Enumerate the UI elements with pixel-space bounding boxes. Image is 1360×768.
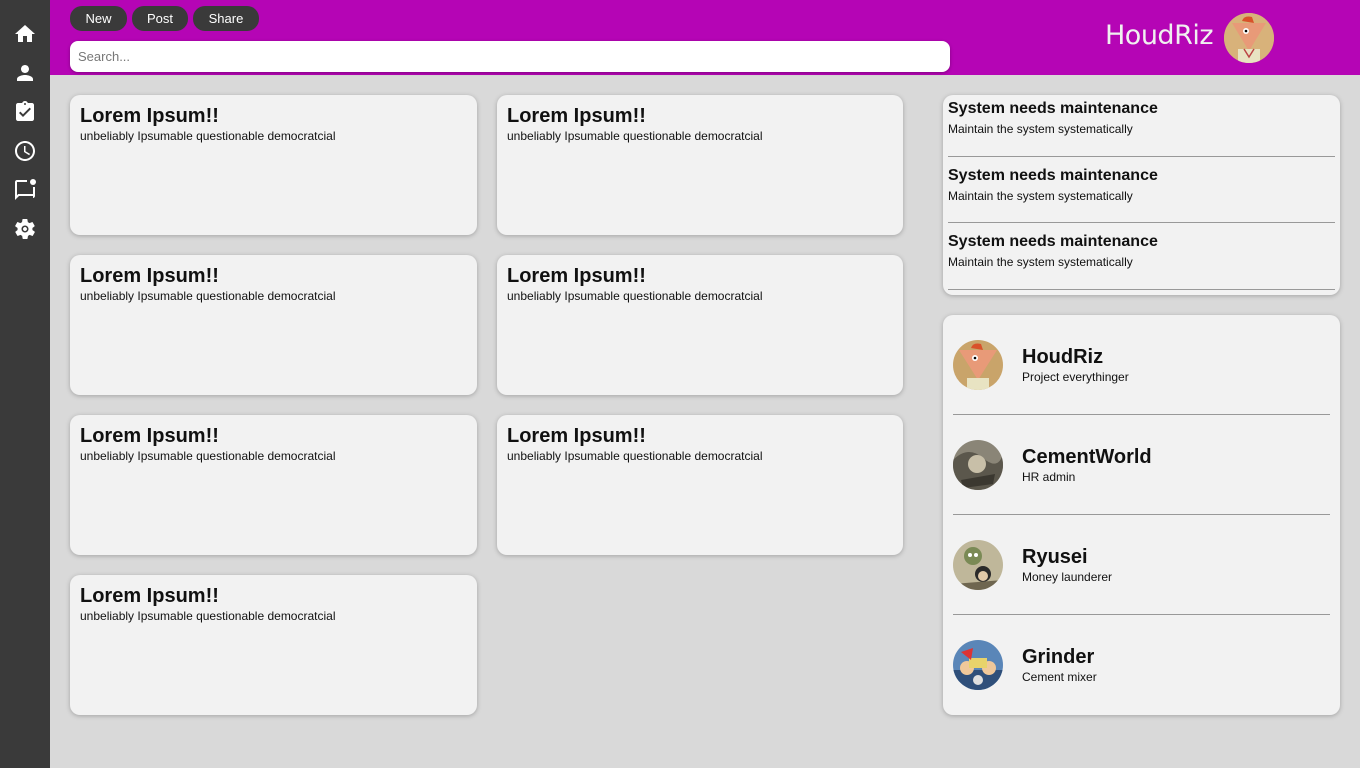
user-role: Money launderer <box>1022 570 1113 584</box>
notification-body: Maintain the system systematically <box>948 189 1133 203</box>
card-subtitle: unbeliably Ipsumable questionable democr… <box>80 289 336 303</box>
user-avatar[interactable] <box>953 540 1003 590</box>
chat-notification-icon[interactable] <box>13 178 37 202</box>
person-icon[interactable] <box>13 61 37 85</box>
card-title: Lorem Ipsum!! <box>80 585 219 607</box>
new-button[interactable]: New <box>70 6 127 31</box>
user-name: HoudRiz <box>1022 346 1104 368</box>
card-subtitle: unbeliably Ipsumable questionable democr… <box>80 129 336 143</box>
notification-body: Maintain the system systematically <box>948 255 1133 269</box>
card-title: Lorem Ipsum!! <box>507 425 646 447</box>
card-title: Lorem Ipsum!! <box>80 265 219 287</box>
user-avatar[interactable] <box>953 440 1003 490</box>
content-card[interactable]: Lorem Ipsum!! unbeliably Ipsumable quest… <box>497 95 903 235</box>
card-subtitle: unbeliably Ipsumable questionable democr… <box>507 289 763 303</box>
assignment-check-icon[interactable] <box>13 100 37 124</box>
users-panel: HoudRiz Project everythinger CementWorld… <box>943 315 1340 715</box>
top-bar: New Post Share HoudRiz <box>50 0 1360 75</box>
search-input[interactable] <box>70 41 950 72</box>
notification-title: System needs maintenance <box>948 167 1158 184</box>
divider <box>948 156 1335 157</box>
content-card[interactable]: Lorem Ipsum!! unbeliably Ipsumable quest… <box>497 255 903 395</box>
divider <box>948 222 1335 223</box>
notification-body: Maintain the system systematically <box>948 122 1133 136</box>
card-title: Lorem Ipsum!! <box>507 265 646 287</box>
card-subtitle: unbeliably Ipsumable questionable democr… <box>507 129 763 143</box>
header-username: HoudRiz <box>1105 20 1214 51</box>
user-avatar[interactable] <box>953 340 1003 390</box>
card-title: Lorem Ipsum!! <box>80 425 219 447</box>
user-role: Cement mixer <box>1022 670 1097 684</box>
sidebar <box>0 0 50 768</box>
divider <box>953 414 1330 415</box>
user-name: CementWorld <box>1022 446 1152 468</box>
card-title: Lorem Ipsum!! <box>507 105 646 127</box>
post-button[interactable]: Post <box>132 6 188 31</box>
card-title: Lorem Ipsum!! <box>80 105 219 127</box>
user-avatar[interactable] <box>953 640 1003 690</box>
content-card[interactable]: Lorem Ipsum!! unbeliably Ipsumable quest… <box>70 575 477 715</box>
card-subtitle: unbeliably Ipsumable questionable democr… <box>80 449 336 463</box>
card-subtitle: unbeliably Ipsumable questionable democr… <box>80 609 336 623</box>
user-name: Ryusei <box>1022 546 1088 568</box>
content-card[interactable]: Lorem Ipsum!! unbeliably Ipsumable quest… <box>70 415 477 555</box>
content-card[interactable]: Lorem Ipsum!! unbeliably Ipsumable quest… <box>70 255 477 395</box>
card-subtitle: unbeliably Ipsumable questionable democr… <box>507 449 763 463</box>
user-role: HR admin <box>1022 470 1076 484</box>
home-icon[interactable] <box>13 22 37 46</box>
content-card[interactable]: Lorem Ipsum!! unbeliably Ipsumable quest… <box>70 95 477 235</box>
notification-item[interactable]: System needs maintenance Maintain the sy… <box>948 100 1335 136</box>
user-role: Project everythinger <box>1022 370 1129 384</box>
header-avatar[interactable] <box>1224 13 1274 63</box>
notifications-panel: System needs maintenance Maintain the sy… <box>943 95 1340 295</box>
share-button[interactable]: Share <box>193 6 259 31</box>
content-card[interactable]: Lorem Ipsum!! unbeliably Ipsumable quest… <box>497 415 903 555</box>
user-name: Grinder <box>1022 646 1095 668</box>
notification-item[interactable]: System needs maintenance Maintain the sy… <box>948 167 1335 203</box>
clock-icon[interactable] <box>13 139 37 163</box>
divider <box>953 514 1330 515</box>
gear-icon[interactable] <box>13 217 37 241</box>
notification-title: System needs maintenance <box>948 100 1158 117</box>
notification-item[interactable]: System needs maintenance Maintain the sy… <box>948 233 1335 269</box>
divider <box>953 614 1330 615</box>
divider <box>948 289 1335 290</box>
notification-title: System needs maintenance <box>948 233 1158 250</box>
